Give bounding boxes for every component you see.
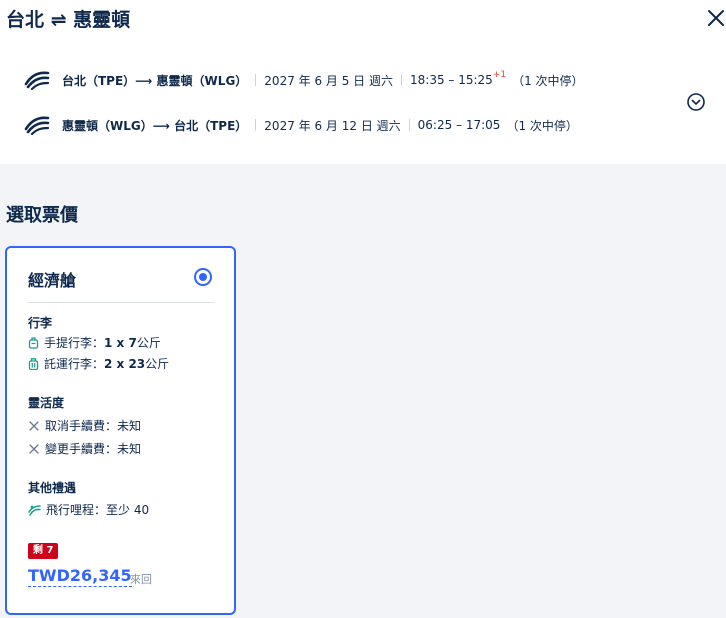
trip-summary-panel: 台北 ⇌ 惠靈頓 台北（TPE）⟶ 惠靈頓（WLG） 2027 年 6 月 5 … bbox=[0, 0, 726, 164]
segment-stops: （1 次中停） bbox=[506, 118, 578, 133]
cross-icon bbox=[29, 420, 39, 431]
baggage-heading: 行李 bbox=[28, 316, 53, 330]
perks-heading: 其他禮遇 bbox=[28, 481, 77, 495]
cross-icon bbox=[29, 443, 39, 454]
fare-radio-selected[interactable] bbox=[194, 268, 212, 286]
airline-logo-icon bbox=[24, 71, 50, 90]
page-title: 台北 ⇌ 惠靈頓 bbox=[6, 9, 131, 31]
miles-row: 飛行哩程：至少 40 bbox=[28, 501, 149, 518]
airline-logo-icon bbox=[24, 116, 50, 135]
carry-on-unit: 公斤 bbox=[136, 336, 161, 350]
cancel-fee-row: 取消手續費：未知 bbox=[28, 417, 141, 434]
close-icon[interactable] bbox=[704, 6, 726, 30]
segment-route: 台北（TPE）⟶ 惠靈頓（WLG） bbox=[62, 73, 248, 88]
change-fee-text: 變更手續費：未知 bbox=[45, 442, 142, 456]
trip-type: 來回 bbox=[130, 573, 152, 586]
change-fee-row: 變更手續費：未知 bbox=[28, 440, 141, 457]
cancel-fee-text: 取消手續費：未知 bbox=[45, 419, 142, 433]
divider bbox=[255, 119, 257, 131]
divider bbox=[401, 74, 402, 86]
segment-route: 惠靈頓（WLG）⟶ 台北（TPE） bbox=[62, 118, 248, 133]
carry-on-bag-icon bbox=[28, 336, 39, 349]
divider bbox=[408, 119, 410, 131]
flexibility-heading: 靈活度 bbox=[28, 396, 65, 410]
chevron-down-circle-icon[interactable] bbox=[686, 92, 706, 112]
outbound-segment: 台北（TPE）⟶ 惠靈頓（WLG） 2027 年 6 月 5 日 週六 18:3… bbox=[24, 68, 584, 92]
cabin-name: 經濟艙 bbox=[28, 271, 77, 290]
return-segment: 惠靈頓（WLG）⟶ 台北（TPE） 2027 年 6 月 12 日 週六 06:… bbox=[24, 113, 578, 137]
seats-left-badge: 剩 7 bbox=[28, 543, 59, 559]
carry-on-row: 手提行李： 1 x 7 公斤 bbox=[28, 334, 161, 351]
miles-icon bbox=[28, 504, 41, 516]
segment-time: 18:35 – 15:25 bbox=[410, 73, 493, 87]
fare-card-economy[interactable]: 經濟艙 行李 手提行李： 1 x 7 公斤 託運行李： 2 x 23 公斤 靈活… bbox=[5, 246, 236, 615]
fare-price[interactable]: TWD26,345 bbox=[28, 566, 132, 587]
miles-text: 飛行哩程：至少 40 bbox=[46, 503, 150, 517]
card-divider bbox=[28, 302, 215, 303]
segment-date: 2027 年 6 月 5 日 週六 bbox=[264, 73, 393, 88]
segment-time: 06:25 – 17:05 bbox=[417, 118, 501, 132]
segment-stops: （1 次中停） bbox=[512, 73, 584, 88]
checked-bag-value: 2 x 23 bbox=[104, 356, 146, 371]
checked-bag-label: 託運行李： bbox=[44, 357, 105, 371]
carry-on-label: 手提行李： bbox=[44, 336, 105, 350]
carry-on-value: 1 x 7 bbox=[104, 335, 137, 350]
divider bbox=[255, 74, 257, 86]
checked-bag-unit: 公斤 bbox=[145, 357, 170, 371]
section-title: 選取票價 bbox=[6, 205, 78, 226]
day-offset: +1 bbox=[492, 70, 507, 80]
checked-bag-icon bbox=[28, 357, 39, 370]
segment-date: 2027 年 6 月 12 日 週六 bbox=[264, 118, 401, 133]
checked-bag-row: 託運行李： 2 x 23 公斤 bbox=[28, 355, 169, 372]
